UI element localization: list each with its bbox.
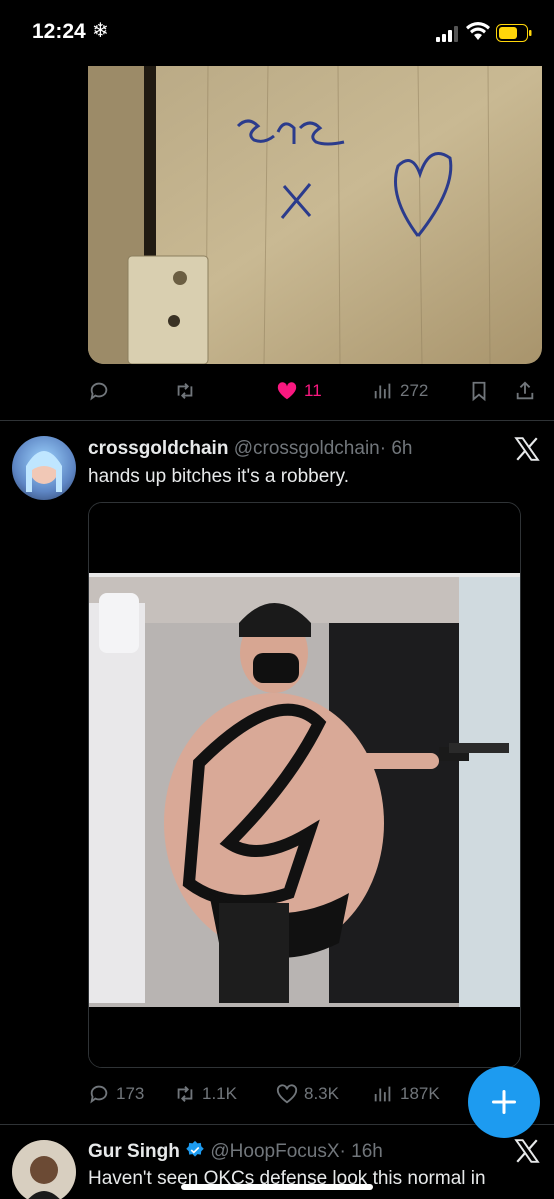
x-logo-icon[interactable]	[514, 1138, 540, 1164]
display-name[interactable]: Gur Singh	[88, 1141, 180, 1162]
like-count: 11	[304, 381, 322, 400]
tweet-image[interactable]	[88, 66, 542, 364]
tweet-header: crossgoldchain @crossgoldchain· 6h	[88, 438, 412, 460]
divider	[0, 420, 554, 421]
clock: 12:24	[32, 20, 86, 43]
like-button[interactable]: 11	[276, 380, 322, 402]
user-handle[interactable]: @HoopFocusX	[210, 1141, 339, 1162]
retweet-icon	[177, 383, 193, 399]
home-indicator[interactable]	[181, 1184, 373, 1190]
door-photo	[88, 66, 542, 364]
display-name[interactable]: crossgoldchain	[88, 438, 228, 459]
user-handle[interactable]: @crossgoldchain	[234, 438, 380, 459]
divider	[0, 1124, 554, 1125]
retweet-count: 1.1K	[202, 1084, 237, 1103]
views-button[interactable]: 187K	[372, 1083, 440, 1105]
bookmark-button[interactable]	[468, 380, 490, 402]
views-count: 272	[400, 381, 429, 400]
verified-icon	[186, 1140, 204, 1157]
like-count: 8.3K	[304, 1084, 339, 1103]
tweet-time: · 6h	[379, 438, 413, 459]
avatar[interactable]	[12, 1140, 76, 1199]
views-button[interactable]: 272	[372, 380, 428, 402]
tweet-time: · 16h	[339, 1141, 383, 1162]
tweet-media[interactable]	[88, 502, 521, 1068]
reply-icon	[90, 382, 108, 401]
compose-icon	[491, 1089, 517, 1115]
reply-button[interactable]	[88, 380, 110, 402]
reply-icon	[90, 1085, 108, 1104]
avatar[interactable]	[12, 436, 76, 500]
reply-count: 173	[116, 1084, 145, 1103]
retweet-icon	[177, 1086, 193, 1102]
views-icon	[374, 383, 391, 399]
reply-button[interactable]: 173	[88, 1083, 144, 1105]
retweet-button[interactable]: 1.1K	[174, 1083, 237, 1105]
battery-icon	[496, 24, 532, 42]
tweet-header: Gur Singh @HoopFocusX· 16h	[88, 1140, 383, 1163]
share-icon	[516, 381, 534, 400]
views-icon	[374, 1086, 391, 1102]
avatar-image	[26, 451, 62, 492]
retweet-button[interactable]	[174, 380, 196, 402]
tweet-text: hands up bitches it's a robbery.	[88, 466, 349, 487]
like-button[interactable]: 8.3K	[276, 1083, 339, 1105]
tweet-photo	[89, 503, 520, 1067]
tweet-actions: 11 272	[88, 377, 542, 405]
bookmark-icon	[472, 381, 486, 402]
like-icon	[276, 1084, 298, 1104]
status-bar: 12:24 ❄	[0, 0, 554, 64]
views-count: 187K	[400, 1084, 440, 1103]
avatar-image	[12, 1140, 76, 1199]
share-button[interactable]	[514, 380, 536, 402]
focus-mode-icon: ❄	[92, 20, 109, 42]
cellular-signal-icon	[436, 26, 458, 42]
wifi-icon	[466, 22, 490, 40]
x-logo-icon[interactable]	[514, 436, 540, 462]
compose-button[interactable]	[468, 1066, 540, 1138]
like-icon	[277, 382, 297, 400]
